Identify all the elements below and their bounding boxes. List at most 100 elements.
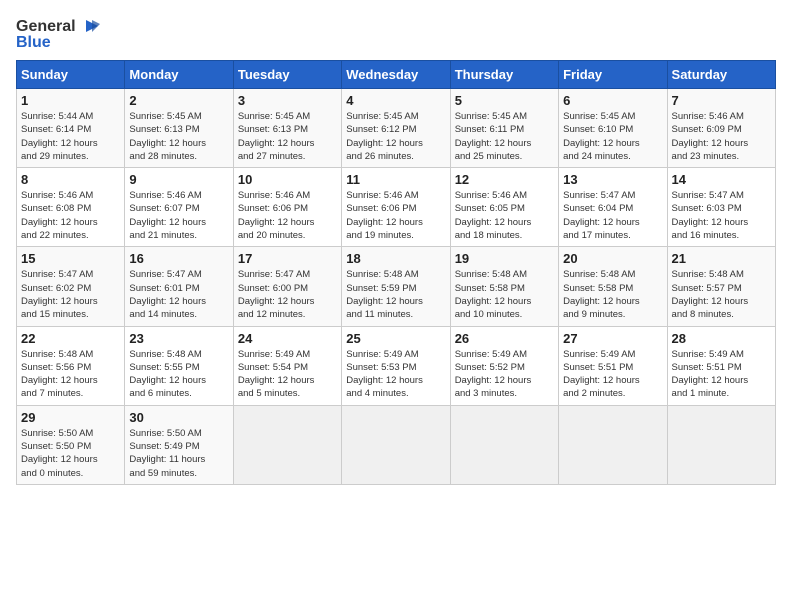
column-header-sunday: Sunday [17, 61, 125, 89]
calendar-cell: 1 Sunrise: 5:44 AM Sunset: 6:14 PM Daylig… [17, 89, 125, 168]
day-number: 12 [455, 172, 554, 187]
day-info: Sunrise: 5:49 AM Sunset: 5:52 PM Dayligh… [455, 348, 554, 401]
calendar-cell: 17 Sunrise: 5:47 AM Sunset: 6:00 PM Dayli… [233, 247, 341, 326]
day-number: 22 [21, 331, 120, 346]
day-number: 26 [455, 331, 554, 346]
calendar-cell: 5 Sunrise: 5:45 AM Sunset: 6:11 PM Daylig… [450, 89, 558, 168]
calendar-cell: 8 Sunrise: 5:46 AM Sunset: 6:08 PM Daylig… [17, 168, 125, 247]
day-number: 27 [563, 331, 662, 346]
calendar-cell: 28 Sunrise: 5:49 AM Sunset: 5:51 PM Dayli… [667, 326, 775, 405]
calendar-cell: 6 Sunrise: 5:45 AM Sunset: 6:10 PM Daylig… [559, 89, 667, 168]
day-info: Sunrise: 5:45 AM Sunset: 6:12 PM Dayligh… [346, 110, 445, 163]
day-number: 1 [21, 93, 120, 108]
day-info: Sunrise: 5:46 AM Sunset: 6:08 PM Dayligh… [21, 189, 120, 242]
day-info: Sunrise: 5:47 AM Sunset: 6:00 PM Dayligh… [238, 268, 337, 321]
day-number: 2 [129, 93, 228, 108]
day-number: 20 [563, 251, 662, 266]
calendar-cell: 2Sunrise: 5:45 AM Sunset: 6:13 PM Daylig… [125, 89, 233, 168]
calendar-cell: 18 Sunrise: 5:48 AM Sunset: 5:59 PM Dayli… [342, 247, 450, 326]
calendar-cell: 27 Sunrise: 5:49 AM Sunset: 5:51 PM Dayli… [559, 326, 667, 405]
day-info: Sunrise: 5:45 AM Sunset: 6:13 PM Dayligh… [238, 110, 337, 163]
day-number: 14 [672, 172, 771, 187]
calendar-cell: 16Sunrise: 5:47 AM Sunset: 6:01 PM Dayli… [125, 247, 233, 326]
calendar-cell [450, 405, 558, 484]
day-info: Sunrise: 5:50 AM Sunset: 5:49 PM Dayligh… [129, 427, 228, 480]
day-info: Sunrise: 5:47 AM Sunset: 6:02 PM Dayligh… [21, 268, 120, 321]
day-number: 21 [672, 251, 771, 266]
calendar-header-row: SundayMondayTuesdayWednesdayThursdayFrid… [17, 61, 776, 89]
calendar-cell [667, 405, 775, 484]
calendar-cell: 14 Sunrise: 5:47 AM Sunset: 6:03 PM Dayli… [667, 168, 775, 247]
day-number: 16 [129, 251, 228, 266]
day-number: 29 [21, 410, 120, 425]
calendar-cell: 26 Sunrise: 5:49 AM Sunset: 5:52 PM Dayli… [450, 326, 558, 405]
column-header-thursday: Thursday [450, 61, 558, 89]
day-info: Sunrise: 5:49 AM Sunset: 5:54 PM Dayligh… [238, 348, 337, 401]
day-info: Sunrise: 5:47 AM Sunset: 6:03 PM Dayligh… [672, 189, 771, 242]
day-number: 28 [672, 331, 771, 346]
calendar-cell: 21Sunrise: 5:48 AM Sunset: 5:57 PM Dayli… [667, 247, 775, 326]
column-header-tuesday: Tuesday [233, 61, 341, 89]
day-number: 18 [346, 251, 445, 266]
calendar-cell: 30 Sunrise: 5:50 AM Sunset: 5:49 PM Dayli… [125, 405, 233, 484]
calendar-cell: 13Sunrise: 5:47 AM Sunset: 6:04 PM Dayli… [559, 168, 667, 247]
calendar-cell: 20Sunrise: 5:48 AM Sunset: 5:58 PM Dayli… [559, 247, 667, 326]
day-number: 10 [238, 172, 337, 187]
calendar-cell: 25 Sunrise: 5:49 AM Sunset: 5:53 PM Dayli… [342, 326, 450, 405]
calendar-cell: 23 Sunrise: 5:48 AM Sunset: 5:55 PM Dayli… [125, 326, 233, 405]
column-header-monday: Monday [125, 61, 233, 89]
day-info: Sunrise: 5:49 AM Sunset: 5:51 PM Dayligh… [672, 348, 771, 401]
calendar-cell [233, 405, 341, 484]
day-number: 5 [455, 93, 554, 108]
day-info: Sunrise: 5:48 AM Sunset: 5:55 PM Dayligh… [129, 348, 228, 401]
calendar-week-3: 15 Sunrise: 5:47 AM Sunset: 6:02 PM Dayli… [17, 247, 776, 326]
day-info: Sunrise: 5:46 AM Sunset: 6:07 PM Dayligh… [129, 189, 228, 242]
day-info: Sunrise: 5:48 AM Sunset: 5:58 PM Dayligh… [455, 268, 554, 321]
day-number: 24 [238, 331, 337, 346]
calendar-cell [342, 405, 450, 484]
day-info: Sunrise: 5:49 AM Sunset: 5:51 PM Dayligh… [563, 348, 662, 401]
day-info: Sunrise: 5:48 AM Sunset: 5:59 PM Dayligh… [346, 268, 445, 321]
day-number: 15 [21, 251, 120, 266]
day-info: Sunrise: 5:50 AM Sunset: 5:50 PM Dayligh… [21, 427, 120, 480]
day-number: 3 [238, 93, 337, 108]
calendar-week-1: 1 Sunrise: 5:44 AM Sunset: 6:14 PM Daylig… [17, 89, 776, 168]
day-info: Sunrise: 5:46 AM Sunset: 6:06 PM Dayligh… [238, 189, 337, 242]
calendar-week-2: 8 Sunrise: 5:46 AM Sunset: 6:08 PM Daylig… [17, 168, 776, 247]
day-info: Sunrise: 5:49 AM Sunset: 5:53 PM Dayligh… [346, 348, 445, 401]
column-header-wednesday: Wednesday [342, 61, 450, 89]
calendar-cell: 29 Sunrise: 5:50 AM Sunset: 5:50 PM Dayli… [17, 405, 125, 484]
day-info: Sunrise: 5:45 AM Sunset: 6:10 PM Dayligh… [563, 110, 662, 163]
logo-text-blue: Blue [16, 34, 100, 52]
day-info: Sunrise: 5:46 AM Sunset: 6:09 PM Dayligh… [672, 110, 771, 163]
day-info: Sunrise: 5:47 AM Sunset: 6:04 PM Dayligh… [563, 189, 662, 242]
column-header-saturday: Saturday [667, 61, 775, 89]
calendar-table: SundayMondayTuesdayWednesdayThursdayFrid… [16, 60, 776, 485]
day-number: 8 [21, 172, 120, 187]
calendar-body: 1 Sunrise: 5:44 AM Sunset: 6:14 PM Daylig… [17, 89, 776, 485]
calendar-cell: 4Sunrise: 5:45 AM Sunset: 6:12 PM Daylig… [342, 89, 450, 168]
day-number: 23 [129, 331, 228, 346]
day-number: 17 [238, 251, 337, 266]
day-number: 19 [455, 251, 554, 266]
logo: General Blue [16, 16, 100, 52]
day-number: 30 [129, 410, 228, 425]
day-info: Sunrise: 5:48 AM Sunset: 5:56 PM Dayligh… [21, 348, 120, 401]
calendar-cell: 19 Sunrise: 5:48 AM Sunset: 5:58 PM Dayli… [450, 247, 558, 326]
day-number: 6 [563, 93, 662, 108]
calendar-cell [559, 405, 667, 484]
day-number: 7 [672, 93, 771, 108]
column-header-friday: Friday [559, 61, 667, 89]
calendar-cell: 11Sunrise: 5:46 AM Sunset: 6:06 PM Dayli… [342, 168, 450, 247]
day-info: Sunrise: 5:44 AM Sunset: 6:14 PM Dayligh… [21, 110, 120, 163]
day-info: Sunrise: 5:45 AM Sunset: 6:11 PM Dayligh… [455, 110, 554, 163]
day-number: 25 [346, 331, 445, 346]
calendar-cell: 7 Sunrise: 5:46 AM Sunset: 6:09 PM Daylig… [667, 89, 775, 168]
calendar-week-4: 22 Sunrise: 5:48 AM Sunset: 5:56 PM Dayli… [17, 326, 776, 405]
day-info: Sunrise: 5:46 AM Sunset: 6:05 PM Dayligh… [455, 189, 554, 242]
calendar-week-5: 29 Sunrise: 5:50 AM Sunset: 5:50 PM Dayli… [17, 405, 776, 484]
calendar-cell: 15 Sunrise: 5:47 AM Sunset: 6:02 PM Dayli… [17, 247, 125, 326]
calendar-cell: 9Sunrise: 5:46 AM Sunset: 6:07 PM Daylig… [125, 168, 233, 247]
calendar-cell: 24 Sunrise: 5:49 AM Sunset: 5:54 PM Dayli… [233, 326, 341, 405]
day-number: 11 [346, 172, 445, 187]
